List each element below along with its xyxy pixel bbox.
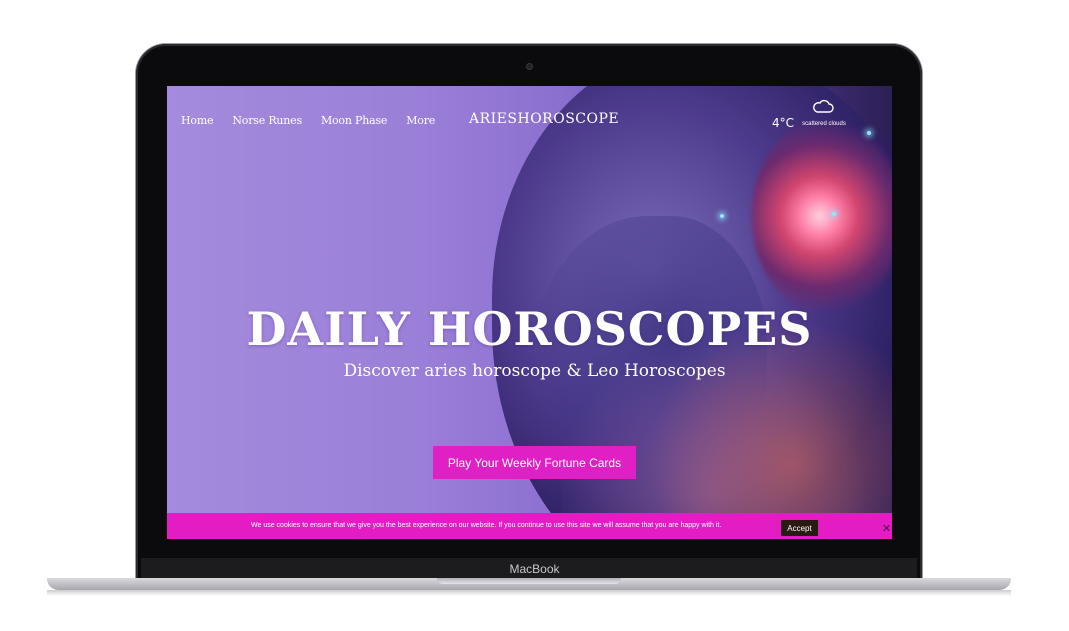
webcam-icon [527, 64, 532, 69]
weather-widget: 4°C scattered clouds [770, 98, 880, 142]
laptop-mockup: Home Norse Runes Moon Phase More ARIESHO… [0, 0, 1069, 631]
nav-item-moon-phase[interactable]: Moon Phase [321, 114, 387, 127]
site-logo[interactable]: ARIESHOROSCOPE [469, 111, 619, 127]
laptop-shadow [47, 590, 1011, 596]
main-nav: Home Norse Runes Moon Phase More [181, 114, 435, 127]
fortune-cards-button[interactable]: Play Your Weekly Fortune Cards [433, 446, 636, 479]
device-brand-label: MacBook [509, 562, 560, 576]
hero-title: DAILY HOROSCOPES [246, 301, 813, 356]
cloud-icon [813, 99, 834, 113]
weather-temperature: 4°C [772, 116, 795, 130]
cookie-accept-button[interactable]: Accept [781, 520, 818, 536]
nav-item-more[interactable]: More [406, 114, 435, 127]
laptop-opening-notch [437, 578, 621, 584]
star-icon [832, 212, 836, 216]
galaxy-sparkles [562, 239, 892, 539]
weather-description: scattered clouds [802, 121, 846, 127]
close-icon[interactable]: ✕ [882, 522, 891, 535]
star-icon [720, 214, 724, 218]
nav-item-norse-runes[interactable]: Norse Runes [232, 114, 302, 127]
cookie-banner: We use cookies to ensure that we give yo… [167, 513, 892, 539]
cookie-message: We use cookies to ensure that we give yo… [251, 522, 722, 529]
hero-subtitle: Discover aries horoscope & Leo Horoscope… [343, 361, 726, 381]
nav-item-home[interactable]: Home [181, 114, 214, 127]
website-screen: Home Norse Runes Moon Phase More ARIESHO… [167, 86, 892, 539]
